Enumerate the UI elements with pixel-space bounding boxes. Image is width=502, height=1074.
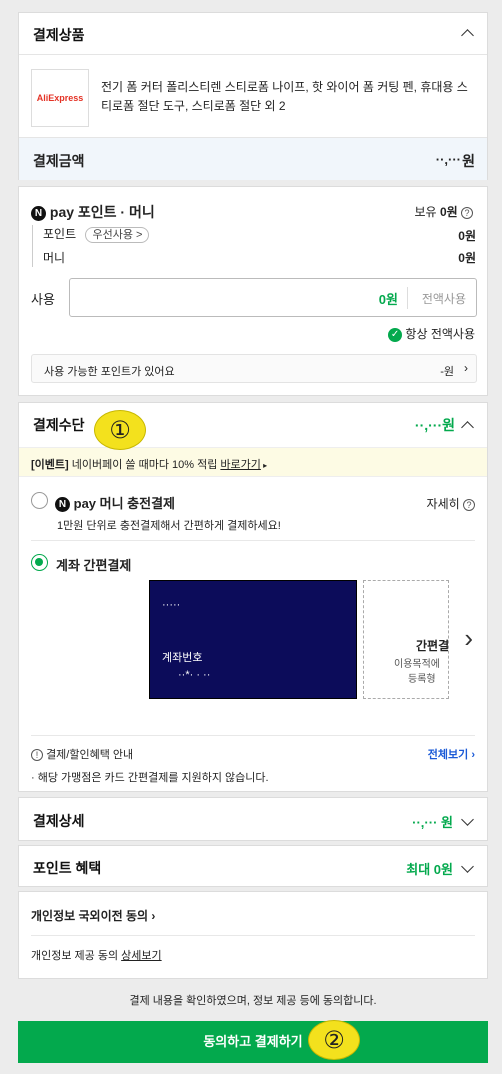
- priority-use-tag[interactable]: 우선사용 >: [85, 227, 150, 243]
- privacy-detail-link[interactable]: 상세보기: [121, 950, 161, 962]
- point-benefit-value: 최대 0원: [406, 862, 453, 877]
- collapse-payment-icon[interactable]: [461, 419, 473, 431]
- agree-and-pay-button[interactable]: 동의하고 결제하기: [18, 1021, 488, 1063]
- payment-detail-title: 결제상세: [33, 813, 85, 829]
- points-use-input[interactable]: 0원 전액사용: [69, 278, 477, 317]
- annotation-marker-1: ①: [94, 410, 146, 450]
- payment-method-section: 결제수단 ··,···원 [이벤트] 네이버페이 쓸 때마다 10% 적립 바로…: [18, 402, 488, 792]
- point-benefit-section[interactable]: 포인트 혜택 최대 0원: [18, 845, 488, 887]
- expand-benefit-icon: [461, 862, 473, 874]
- product-logo: AliExpress: [31, 69, 89, 127]
- collapse-product-icon[interactable]: [461, 27, 473, 39]
- use-all-button[interactable]: 전액사용: [422, 290, 466, 307]
- amount-row: 결제금액 ··,··· 원: [19, 137, 487, 180]
- points-breakdown: 포인트 우선사용 > 0원 머니 0원: [32, 225, 476, 267]
- points-title: pay 포인트 · 머니: [49, 204, 155, 220]
- money-label: 머니: [43, 251, 66, 265]
- benefit-note: · 해당 가맹점은 카드 간편결제를 지원하지 않습니다.: [31, 772, 269, 784]
- privacy-section: 개인정보 국외이전 동의 › 개인정보 제공 동의 상세보기: [18, 891, 488, 979]
- npay-icon: N: [31, 205, 46, 221]
- help-icon[interactable]: ?: [461, 206, 473, 219]
- option-pay-money-title: N pay 머니 충전결제: [55, 493, 175, 513]
- carousel-next-icon[interactable]: ›: [464, 625, 473, 651]
- check-icon: ✓: [388, 327, 403, 342]
- option-pay-money-desc: 1만원 단위로 충전결제해서 간편하게 결제하세요!: [57, 520, 281, 532]
- privacy-provide-row: 개인정보 제공 동의 상세보기: [31, 950, 162, 962]
- option-detail-link[interactable]: 자세히 ?: [427, 495, 475, 512]
- use-label: 사용: [31, 292, 55, 307]
- payment-detail-section[interactable]: 결제상세 ··,··· 원: [18, 797, 488, 841]
- event-link[interactable]: 바로가기: [220, 459, 260, 471]
- privacy-transfer-link[interactable]: 개인정보 국외이전 동의 ›: [31, 907, 155, 924]
- option-account-pay-title: 계좌 간편결제: [56, 558, 132, 573]
- radio-pay-money[interactable]: [31, 492, 48, 509]
- money-value: 0원: [458, 251, 476, 265]
- annotation-marker-2: ②: [308, 1020, 360, 1060]
- card-account-label: 계좌번호: [162, 652, 203, 664]
- balance: 보유 0원 ?: [415, 203, 473, 220]
- npay-icon: N: [55, 497, 70, 513]
- payment-amount: ··,···원: [414, 417, 455, 433]
- points-section: N pay 포인트 · 머니 보유 0원 ? 포인트 우선사용 > 0원 머니 …: [18, 186, 488, 396]
- benefit-info: ! 결제/할인혜택 안내: [31, 746, 133, 762]
- use-value: 0원: [378, 292, 398, 307]
- amount-unit: 원: [462, 153, 475, 169]
- agreement-text: 결제 내용을 확인하였으며, 정보 제공 등에 동의합니다.: [129, 995, 377, 1007]
- chevron-right-icon: ›: [464, 361, 468, 375]
- help-icon: ?: [463, 498, 475, 511]
- card-bank-name: ·····: [162, 599, 181, 611]
- points-title-row: N pay 포인트 · 머니: [31, 202, 155, 222]
- point-row: 포인트 우선사용 >: [43, 225, 150, 243]
- card-account-number: ··*· · ··: [178, 669, 211, 681]
- add-account-card[interactable]: 간편결 이용목적에 등록형: [363, 580, 449, 699]
- detail-amount: ··,··· 원: [412, 815, 453, 830]
- payment-method-title: 결제수단: [33, 417, 85, 433]
- checkout-page: 결제상품 AliExpress 전기 폼 커터 폴리스티렌 스티로폼 나이프, …: [0, 0, 502, 1074]
- always-use-all-toggle[interactable]: ✓ 항상 전액사용: [388, 325, 475, 342]
- benefit-all-link[interactable]: 전체보기 ›: [428, 746, 475, 762]
- expand-detail-icon: [461, 815, 473, 827]
- product-description: 전기 폼 커터 폴리스티렌 스티로폼 나이프, 핫 와이어 폼 커팅 펜, 휴대…: [101, 80, 468, 113]
- product-header: 결제상품: [33, 27, 85, 43]
- bank-account-card[interactable]: ····· 계좌번호 ··*· · ··: [149, 580, 357, 699]
- info-icon: !: [31, 749, 43, 762]
- event-banner[interactable]: [이벤트] 네이버페이 쓸 때마다 10% 적립 바로가기 ▸: [19, 447, 487, 477]
- available-points-banner[interactable]: 사용 가능한 포인트가 있어요 -원 ›: [31, 354, 477, 383]
- product-section: 결제상품 AliExpress 전기 폼 커터 폴리스티렌 스티로폼 나이프, …: [18, 12, 488, 180]
- point-value: 0원: [458, 229, 476, 243]
- amount-label: 결제금액: [33, 153, 85, 169]
- radio-account-pay[interactable]: [31, 554, 48, 571]
- point-benefit-title: 포인트 혜택: [33, 860, 102, 876]
- amount-value: ··,···: [435, 152, 461, 167]
